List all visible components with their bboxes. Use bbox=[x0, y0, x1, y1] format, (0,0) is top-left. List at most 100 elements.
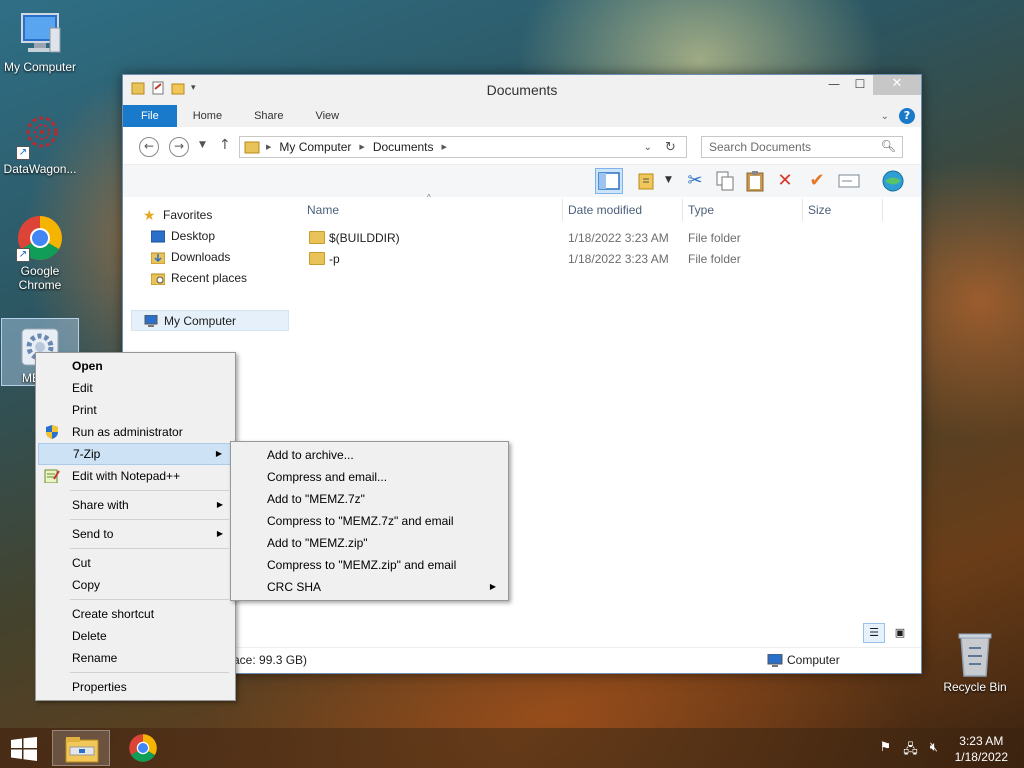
address-dropdown-icon[interactable]: ⌄ bbox=[644, 142, 652, 153]
downloads-icon bbox=[151, 252, 165, 264]
view-options-button[interactable] bbox=[633, 168, 661, 194]
recycle-bin-icon bbox=[951, 630, 999, 678]
delete-x-icon: ✕ bbox=[777, 170, 793, 191]
menu-separator bbox=[38, 487, 233, 494]
web-button[interactable] bbox=[879, 168, 907, 194]
preview-pane-button[interactable] bbox=[595, 168, 623, 194]
chrome-icon: ↗ bbox=[16, 214, 64, 262]
up-button[interactable]: ↑ bbox=[219, 137, 231, 153]
desktop-icon-datawagon[interactable]: ↗ DataWagon... bbox=[0, 112, 80, 176]
column-divider[interactable] bbox=[882, 199, 883, 221]
taskbar: ⚑ 🖧︎ 🔇︎ 3:23 AM 1/18/2022 bbox=[0, 728, 1024, 768]
menu-item-label: Share with bbox=[72, 498, 129, 512]
close-button[interactable]: ✕ bbox=[873, 75, 921, 95]
tab-file[interactable]: File bbox=[123, 105, 177, 127]
nav-my-computer-label: My Computer bbox=[164, 314, 237, 328]
menu-item-7zip[interactable]: 7-Zip ▶ bbox=[38, 443, 233, 465]
column-divider[interactable] bbox=[802, 199, 803, 221]
submenu-arrow-icon: ▶ bbox=[216, 500, 223, 509]
rename-button[interactable] bbox=[835, 168, 863, 194]
details-view-icon: ☰ bbox=[869, 626, 879, 639]
refresh-button[interactable]: ↻ bbox=[665, 140, 676, 155]
column-date-modified[interactable]: Date modified bbox=[568, 203, 642, 217]
menu-item-edit-with-notepad[interactable]: Edit with Notepad++ bbox=[38, 465, 233, 487]
check-button[interactable]: ✔ bbox=[803, 168, 831, 194]
volume-muted-icon[interactable]: 🔇︎ bbox=[930, 740, 938, 762]
column-type[interactable]: Type bbox=[688, 203, 714, 217]
menu-item-edit[interactable]: Edit bbox=[38, 377, 233, 399]
column-divider[interactable] bbox=[682, 199, 683, 221]
menu-item-add-to-zip[interactable]: Add to "MEMZ.zip" bbox=[233, 532, 506, 554]
action-center-flag-icon[interactable]: ⚑ bbox=[880, 740, 892, 762]
nav-favorites-label: Favorites bbox=[163, 208, 213, 222]
menu-item-label: Run as administrator bbox=[72, 425, 183, 439]
menu-item-compress-zip-and-email[interactable]: Compress to "MEMZ.zip" and email bbox=[233, 554, 506, 576]
delete-button[interactable]: ✕ bbox=[771, 168, 799, 194]
desktop-icon-google-chrome[interactable]: ↗ Google Chrome bbox=[0, 214, 80, 292]
table-row[interactable]: -p 1/18/2022 3:23 AM File folder bbox=[299, 249, 909, 270]
address-bar[interactable]: ▶ My Computer ▶ Documents ▶ ⌄ bbox=[239, 136, 687, 158]
table-row[interactable]: $(BUILDDIR) 1/18/2022 3:23 AM File folde… bbox=[299, 228, 909, 249]
menu-item-add-to-7z[interactable]: Add to "MEMZ.7z" bbox=[233, 488, 506, 510]
taskbar-clock[interactable]: 3:23 AM 1/18/2022 bbox=[955, 733, 1008, 765]
context-menu: Open Edit Print Run as administrator 7-Z… bbox=[35, 352, 236, 701]
tab-share[interactable]: Share bbox=[238, 105, 299, 127]
view-dropdown-icon[interactable]: ▼ bbox=[665, 175, 672, 185]
menu-item-share-with[interactable]: Share with ▶ bbox=[38, 494, 233, 516]
nav-my-computer[interactable]: My Computer bbox=[131, 310, 289, 331]
menu-item-label: Edit with Notepad++ bbox=[72, 469, 181, 483]
breadcrumb-documents[interactable]: Documents bbox=[373, 140, 434, 154]
paste-button[interactable] bbox=[741, 168, 769, 194]
view-switcher: ☰ ▣ bbox=[863, 623, 911, 643]
menu-item-open[interactable]: Open bbox=[38, 355, 233, 377]
network-icon[interactable]: 🖧︎ bbox=[903, 740, 918, 762]
expand-ribbon-icon[interactable]: ⌄ bbox=[881, 111, 889, 122]
rename-icon bbox=[838, 174, 860, 188]
menu-item-rename[interactable]: Rename bbox=[38, 647, 233, 669]
nav-favorites[interactable]: ★ Favorites bbox=[131, 205, 289, 226]
maximize-button[interactable]: ☐ bbox=[847, 75, 873, 95]
menu-item-copy[interactable]: Copy bbox=[38, 574, 233, 596]
details-view-button[interactable]: ☰ bbox=[863, 623, 885, 643]
forward-button[interactable]: → bbox=[169, 137, 189, 157]
menu-separator bbox=[38, 516, 233, 523]
column-divider[interactable] bbox=[562, 199, 563, 221]
copy-button[interactable] bbox=[711, 168, 739, 194]
desktop-icon-recycle-bin[interactable]: Recycle Bin bbox=[935, 630, 1015, 694]
tab-home[interactable]: Home bbox=[177, 105, 238, 127]
menu-item-add-to-archive[interactable]: Add to archive... bbox=[233, 444, 506, 466]
menu-item-send-to[interactable]: Send to ▶ bbox=[38, 523, 233, 545]
menu-item-properties[interactable]: Properties bbox=[38, 676, 233, 698]
menu-item-compress-and-email[interactable]: Compress and email... bbox=[233, 466, 506, 488]
column-size[interactable]: Size bbox=[808, 203, 831, 217]
taskbar-file-explorer[interactable] bbox=[52, 730, 110, 766]
recent-locations-icon[interactable]: ▼ bbox=[199, 140, 206, 150]
column-name[interactable]: Name bbox=[307, 203, 339, 217]
menu-item-cut[interactable]: Cut bbox=[38, 552, 233, 574]
folder-icon bbox=[309, 252, 325, 265]
cut-button[interactable]: ✂ bbox=[681, 168, 709, 194]
menu-item-compress-7z-and-email[interactable]: Compress to "MEMZ.7z" and email bbox=[233, 510, 506, 532]
nav-desktop[interactable]: Desktop bbox=[131, 226, 289, 247]
breadcrumb-my-computer[interactable]: My Computer bbox=[279, 140, 351, 154]
desktop-icon-label: My Computer bbox=[3, 60, 77, 74]
nav-recent-places[interactable]: Recent places bbox=[131, 268, 289, 289]
menu-item-crc-sha[interactable]: CRC SHA ▶ bbox=[233, 576, 506, 598]
large-icons-view-button[interactable]: ▣ bbox=[889, 623, 911, 643]
nav-downloads[interactable]: Downloads bbox=[131, 247, 289, 268]
menu-item-create-shortcut[interactable]: Create shortcut bbox=[38, 603, 233, 625]
tab-view[interactable]: View bbox=[299, 105, 355, 127]
back-button[interactable]: ← bbox=[139, 137, 159, 157]
clock-date: 1/18/2022 bbox=[954, 750, 1008, 764]
search-icon: 🔍︎ bbox=[880, 139, 896, 153]
help-icon[interactable]: ? bbox=[899, 108, 915, 124]
search-input[interactable]: Search Documents 🔍︎ bbox=[701, 136, 903, 158]
menu-item-delete[interactable]: Delete bbox=[38, 625, 233, 647]
minimize-button[interactable]: — bbox=[821, 75, 847, 95]
menu-item-run-as-administrator[interactable]: Run as administrator bbox=[38, 421, 233, 443]
desktop-icon-my-computer[interactable]: My Computer bbox=[0, 10, 80, 74]
taskbar-google-chrome[interactable] bbox=[114, 730, 172, 766]
start-button[interactable] bbox=[10, 737, 38, 761]
menu-item-print[interactable]: Print bbox=[38, 399, 233, 421]
large-icons-view-icon: ▣ bbox=[894, 626, 906, 639]
